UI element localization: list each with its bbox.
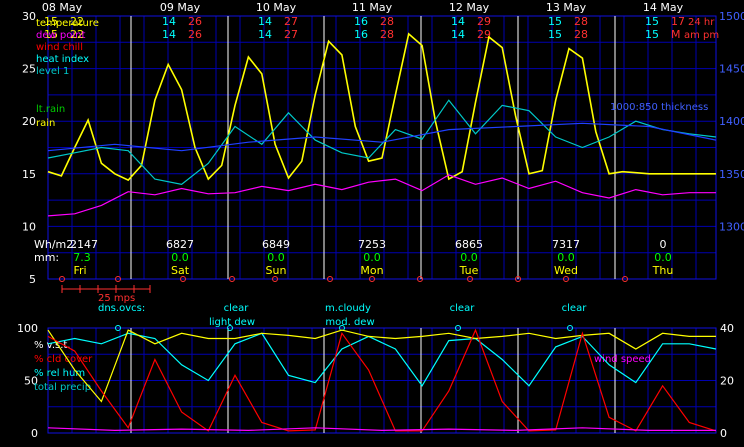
hi-lo-left-top: 14 <box>258 15 272 28</box>
legend-upper-item: dew point <box>36 30 85 41</box>
legend-upper-item: temperature <box>36 18 99 29</box>
x-tick-date: 14 May <box>643 1 684 14</box>
hi-lo-left-top: 15 <box>548 15 562 28</box>
hi-lo-left-bottom: 14 <box>451 28 465 41</box>
hi-lo-right-bottom: 28 <box>574 28 588 41</box>
legend-lower-item: % cld cover <box>34 354 93 365</box>
precip-value: 0.0 <box>363 251 381 264</box>
meteogram: 5 10 15 20 25 30 1300 1350 1400 1450 1500 08 May 09 … <box>0 0 744 447</box>
sky-label: clear <box>450 303 476 314</box>
x-tick-date: 10 May <box>256 1 297 14</box>
y-tick-right: 20 <box>720 375 734 388</box>
hi-lo-left-top: 15 <box>645 15 659 28</box>
y-tick-left: 20 <box>22 115 36 128</box>
thickness-label: 1000:850 thickness <box>610 102 708 113</box>
precip-value: 7.3 <box>73 251 91 264</box>
series-line <box>47 427 716 432</box>
hi-lo-left-bottom: 15 <box>645 28 659 41</box>
y-tick-left: 25 <box>22 63 36 76</box>
day-label: Thu <box>652 264 674 277</box>
x-tick-date: 13 May <box>546 1 587 14</box>
x-tick-date: 09 May <box>160 1 201 14</box>
y-tick-left: 100 <box>17 322 38 335</box>
y-tick-left: 15 <box>22 168 36 181</box>
hi-lo-left-bottom: 14 <box>258 28 272 41</box>
radiation-value: 6849 <box>262 238 290 251</box>
day-label: Sat <box>171 264 190 277</box>
sky-label: clear <box>224 303 250 314</box>
precip-value: 0.0 <box>557 251 575 264</box>
hi-lo-suffix-top: 24 hr <box>688 17 715 28</box>
radiation-value: 7317 <box>552 238 580 251</box>
y-tick-right: 1300 <box>719 220 744 233</box>
radiation-value: 0 <box>660 238 667 251</box>
hi-lo-right-top: 17 <box>671 15 685 28</box>
y-tick-left: 10 <box>22 220 36 233</box>
y-tick-right: 0 <box>720 427 727 440</box>
meteogram-svg: 510152025301300135014001450150008 May 09 … <box>17 1 744 440</box>
y-tick-left: 5 <box>29 273 36 286</box>
hi-lo-left-bottom: 15 <box>548 28 562 41</box>
legend-rain-item: rain <box>36 118 55 129</box>
precip-value: 0.0 <box>267 251 285 264</box>
radiation-value: 2147 <box>70 238 98 251</box>
hi-lo-left-top: 14 <box>451 15 465 28</box>
hi-lo-right-bottom: 28 <box>380 28 394 41</box>
day-label: Fri <box>73 264 86 277</box>
legend-upper-item: level 1 <box>36 66 69 77</box>
y-tick-left: 30 <box>22 10 36 23</box>
y-tick-right: 1450 <box>719 63 744 76</box>
hi-lo-left-bottom: 16 <box>354 28 368 41</box>
series-line <box>47 174 716 217</box>
y-tick-right: 1500 <box>719 10 744 23</box>
hi-lo-right-bottom: 26 <box>188 28 202 41</box>
y-tick-right: 1400 <box>719 115 744 128</box>
hi-lo-right-top: 26 <box>188 15 202 28</box>
legend-upper-item: wind chill <box>36 42 83 53</box>
x-tick-date: 11 May <box>352 1 393 14</box>
x-tick-date: 08 May <box>42 1 83 14</box>
hi-lo-right-bottom: 27 <box>284 28 298 41</box>
series-line <box>47 122 717 152</box>
hi-lo-right-top: 28 <box>574 15 588 28</box>
hi-lo-suffix-bottom: am pm <box>684 30 719 41</box>
precip-label: mm: <box>34 251 59 264</box>
hi-lo-right-bottom: M <box>671 28 681 41</box>
hi-lo-left-top: 14 <box>162 15 176 28</box>
hi-lo-right-top: 27 <box>284 15 298 28</box>
legend-rain-item: lt.rain <box>36 104 65 115</box>
y-tick-left: 0 <box>31 427 38 440</box>
precip-value: 0.0 <box>654 251 672 264</box>
sky-label: clear <box>562 303 588 314</box>
sky-label: dns.ovcs: <box>98 303 145 314</box>
dew-label: light dew <box>209 317 255 328</box>
x-tick-date: 12 May <box>449 1 490 14</box>
day-label: Sun <box>266 264 287 277</box>
sky-label: m.cloudy <box>325 303 371 314</box>
hi-lo-left-top: 16 <box>354 15 368 28</box>
y-tick-right: 1350 <box>719 168 744 181</box>
day-label: Tue <box>459 264 479 277</box>
radiation-value: 7253 <box>358 238 386 251</box>
day-label: Wed <box>554 264 578 277</box>
precip-value: 0.0 <box>460 251 478 264</box>
y-tick-right: 40 <box>720 322 734 335</box>
series-line <box>47 329 716 403</box>
hi-lo-right-top: 29 <box>477 15 491 28</box>
legend-upper-item: heat index <box>36 54 89 65</box>
hi-lo-left-bottom: 14 <box>162 28 176 41</box>
day-label: Mon <box>360 264 383 277</box>
hi-lo-right-top: 28 <box>380 15 394 28</box>
legend-lower-item: total precip <box>34 382 91 393</box>
wind-speed-label: wind speed <box>594 354 651 365</box>
precip-value: 0.0 <box>171 251 189 264</box>
dew-label: mod. dew <box>325 317 374 328</box>
radiation-value: 6827 <box>166 238 194 251</box>
radiation-value: 6865 <box>455 238 483 251</box>
